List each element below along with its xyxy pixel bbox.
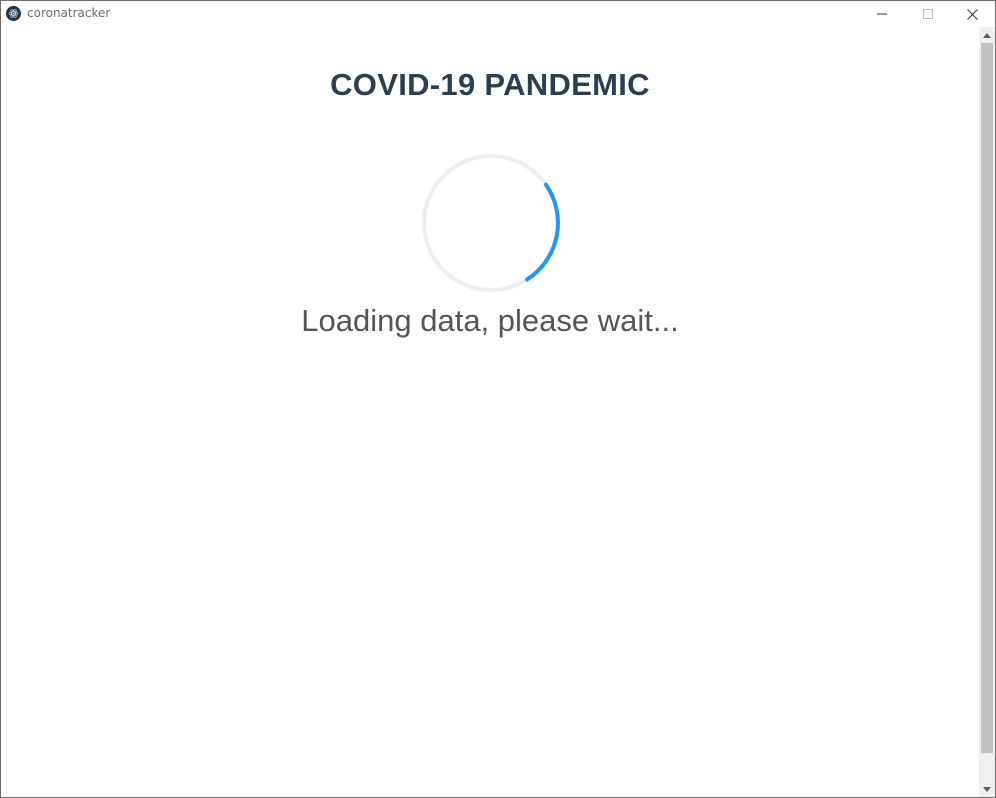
minimize-icon [877,13,887,15]
vertical-scrollbar[interactable] [979,27,995,797]
minimize-button[interactable] [859,1,905,27]
loading-spinner [422,154,560,292]
app-window: coronatracker COVID-19 PANDEMIC Loading … [0,0,996,798]
chevron-up-icon [983,32,991,38]
maximize-icon [923,9,933,19]
spinner-arc [525,182,560,282]
chevron-down-icon [983,786,991,792]
page-title: COVID-19 PANDEMIC [330,67,650,102]
main-content: COVID-19 PANDEMIC Loading data, please w… [1,27,979,797]
scroll-down-button[interactable] [979,781,995,797]
close-icon [966,8,978,20]
loading-message: Loading data, please wait... [301,303,679,338]
scroll-thumb[interactable] [981,43,993,753]
title-bar[interactable]: coronatracker [1,1,995,27]
scroll-up-button[interactable] [979,27,995,43]
window-title: coronatracker [27,6,111,20]
electron-atom-icon [6,6,21,21]
close-button[interactable] [949,1,995,27]
maximize-button[interactable] [905,1,951,27]
